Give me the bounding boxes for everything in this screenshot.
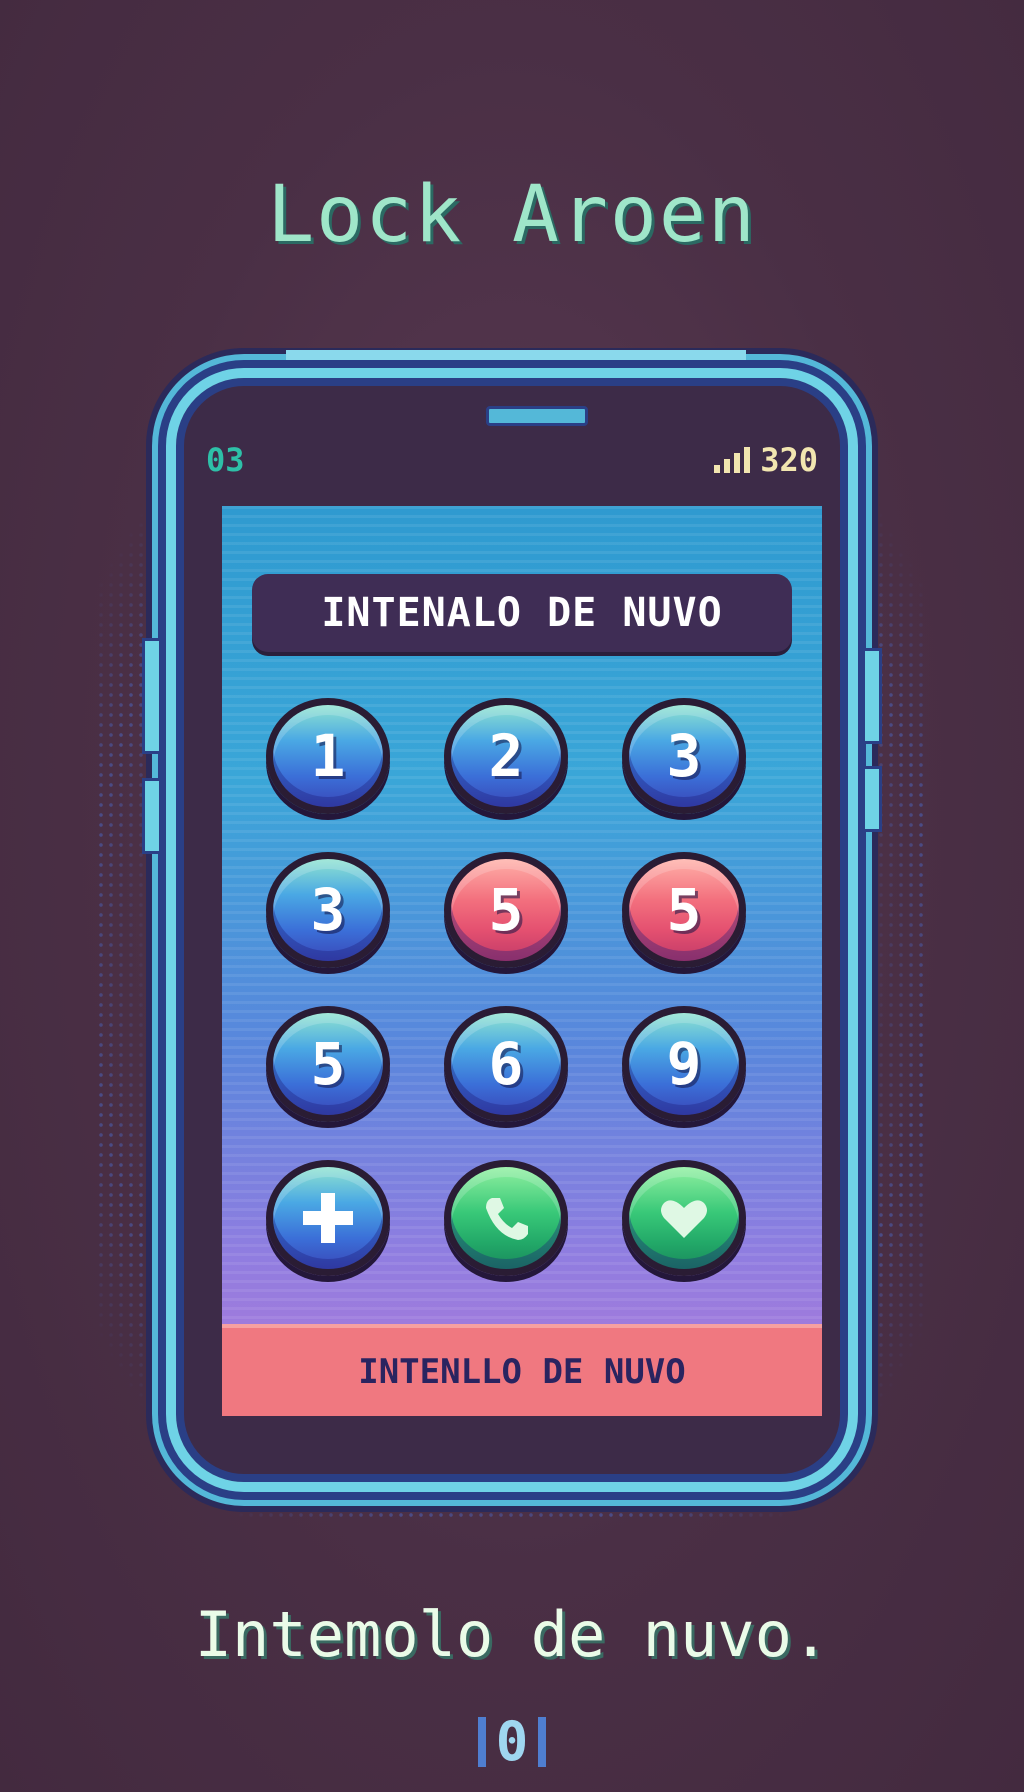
keypad-key[interactable]: 6 xyxy=(444,1006,568,1122)
right-side-button xyxy=(862,648,882,744)
page-title: Lock Aroen xyxy=(267,170,757,260)
status-left-text: 03 xyxy=(206,441,245,479)
signal-bars-icon xyxy=(714,447,751,473)
indicator-bar xyxy=(538,1717,547,1767)
indicator-digit: 0 xyxy=(495,1710,529,1773)
status-right-text: 320 xyxy=(760,441,818,479)
favorite-key-button[interactable] xyxy=(622,1160,746,1276)
retry-message: Intemolo de nuvo. xyxy=(194,1598,830,1671)
keypad-key[interactable]: 9 xyxy=(622,1006,746,1122)
phone-speaker xyxy=(486,406,588,426)
call-key-button[interactable] xyxy=(444,1160,568,1276)
status-right: 320 xyxy=(714,441,818,479)
status-bar: 03 320 xyxy=(206,440,818,480)
keypad-key[interactable]: 1 xyxy=(266,698,390,814)
phone-icon xyxy=(486,1198,528,1240)
indicator-bar xyxy=(477,1717,486,1767)
retry-bar[interactable]: INTENLLO DE NUVO xyxy=(222,1324,822,1416)
phone-screen: INTENALO DE NUVO 1 2 3 3 5 5 5 6 9 INTEN… xyxy=(222,506,822,1416)
keypad-key[interactable]: 3 xyxy=(622,698,746,814)
phone-top-edge xyxy=(286,350,746,360)
error-banner: INTENALO DE NUVO xyxy=(252,574,792,652)
keypad-key[interactable]: 5 xyxy=(266,1006,390,1122)
keypad: 1 2 3 3 5 5 5 6 9 xyxy=(266,698,786,1286)
left-side-button xyxy=(142,778,162,854)
lock-screen-page: Lock Aroen 03 320 INTENALO DE NUVO 1 2 3… xyxy=(0,0,1024,1792)
keypad-key[interactable]: 2 xyxy=(444,698,568,814)
add-key-button[interactable] xyxy=(266,1160,390,1276)
phone-device: 03 320 INTENALO DE NUVO 1 2 3 3 5 5 5 6 … xyxy=(142,350,882,1492)
keypad-key[interactable]: 5 xyxy=(622,852,746,968)
left-side-button xyxy=(142,638,162,754)
right-side-button xyxy=(862,766,882,832)
heart-icon xyxy=(661,1200,707,1238)
keypad-key[interactable]: 5 xyxy=(444,852,568,968)
page-indicator: 0 xyxy=(466,1712,558,1772)
keypad-key[interactable]: 3 xyxy=(266,852,390,968)
plus-icon xyxy=(303,1193,353,1243)
